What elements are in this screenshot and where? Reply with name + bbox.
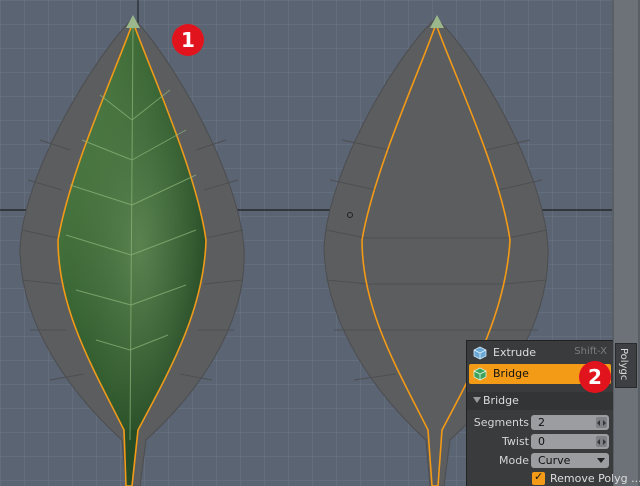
right-toolbar-strip <box>612 0 640 486</box>
chevron-down-icon <box>597 458 605 463</box>
extrude-shortcut: Shift-X <box>574 346 607 357</box>
twist-input[interactable]: 0 <box>531 434 609 449</box>
bridge-label: Bridge <box>493 367 529 380</box>
mode-value: Curve <box>538 454 571 467</box>
step-badge-1: 1 <box>172 24 204 56</box>
mode-property: Mode Curve <box>467 452 613 470</box>
extrude-tool-button[interactable]: Extrude Shift-X <box>469 343 611 363</box>
bridge-tool-icon <box>473 367 487 381</box>
twist-label: Twist <box>502 435 529 448</box>
segments-input[interactable]: 2 <box>531 415 609 430</box>
extrude-cube-icon <box>473 346 487 360</box>
modeling-workspace: Polygc Extrude Shift-X Bridge B Bridge S… <box>0 0 640 486</box>
extrude-label: Extrude <box>493 346 537 359</box>
segments-label: Segments <box>473 416 529 429</box>
segments-property: Segments 2 <box>467 414 613 432</box>
remove-polygons-label: Remove Polyg ... <box>550 472 640 485</box>
polygon-tab-label: Polygc <box>618 348 629 381</box>
bridge-section-header[interactable]: Bridge <box>467 392 613 410</box>
remove-polygons-option[interactable]: ✓ Remove Polyg ... <box>467 470 640 486</box>
twist-property: Twist 0 <box>467 433 613 451</box>
mode-select[interactable]: Curve <box>531 453 609 468</box>
collapse-triangle-icon[interactable] <box>473 397 481 403</box>
step-badge-2: 2 <box>579 361 611 393</box>
segments-value: 2 <box>538 416 545 429</box>
twist-value: 0 <box>538 435 545 448</box>
section-title: Bridge <box>483 394 519 407</box>
polygon-tab[interactable]: Polygc <box>615 343 637 388</box>
segments-stepper-icon[interactable] <box>596 417 607 428</box>
checkmark-icon: ✓ <box>534 470 544 483</box>
mode-label: Mode <box>499 454 529 467</box>
remove-polygons-checkbox[interactable]: ✓ <box>532 470 545 485</box>
twist-stepper-icon[interactable] <box>596 436 607 447</box>
